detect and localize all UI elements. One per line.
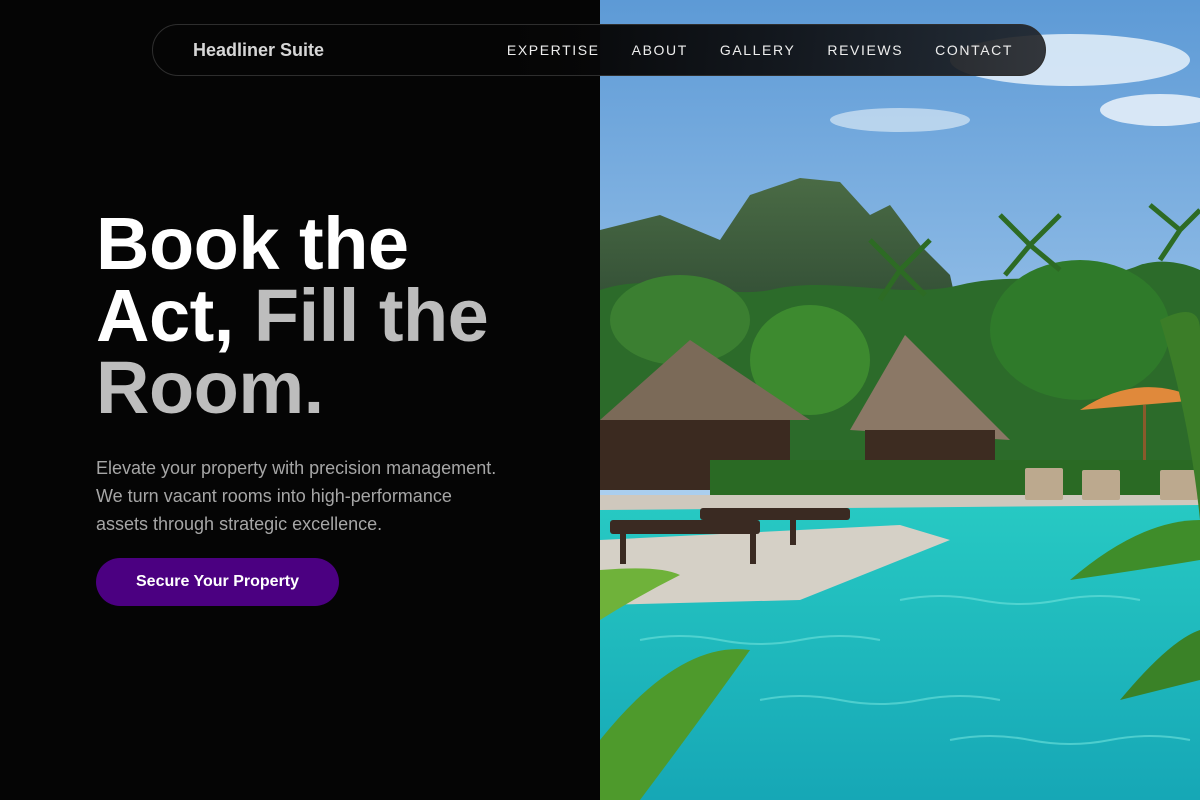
- headline-line-3: Room.: [96, 346, 324, 429]
- hero-subtext: Elevate your property with precision man…: [96, 458, 497, 534]
- hero-headline: Book the Act, Fill the Room.: [96, 207, 576, 425]
- top-navbar: Headliner Suite EXPERTISE ABOUT GALLERY …: [152, 24, 1046, 76]
- nav-links: EXPERTISE ABOUT GALLERY REVIEWS CONTACT: [507, 42, 1013, 58]
- headline-line-2-muted: Fill the: [253, 274, 489, 357]
- nav-link-reviews[interactable]: REVIEWS: [827, 42, 903, 58]
- nav-link-about[interactable]: ABOUT: [632, 42, 688, 58]
- resort-pool-photo: [600, 0, 1200, 800]
- headline-line-1: Book the: [96, 202, 409, 285]
- hero-section: Book the Act, Fill the Room. Elevate you…: [96, 207, 576, 606]
- headline-line-2-white: Act,: [96, 274, 234, 357]
- secure-property-button[interactable]: Secure Your Property: [96, 558, 340, 606]
- nav-link-expertise[interactable]: EXPERTISE: [507, 42, 600, 58]
- nav-link-gallery[interactable]: GALLERY: [720, 42, 796, 58]
- nav-link-contact[interactable]: CONTACT: [935, 42, 1013, 58]
- brand-logo-link[interactable]: Headliner Suite: [193, 40, 324, 61]
